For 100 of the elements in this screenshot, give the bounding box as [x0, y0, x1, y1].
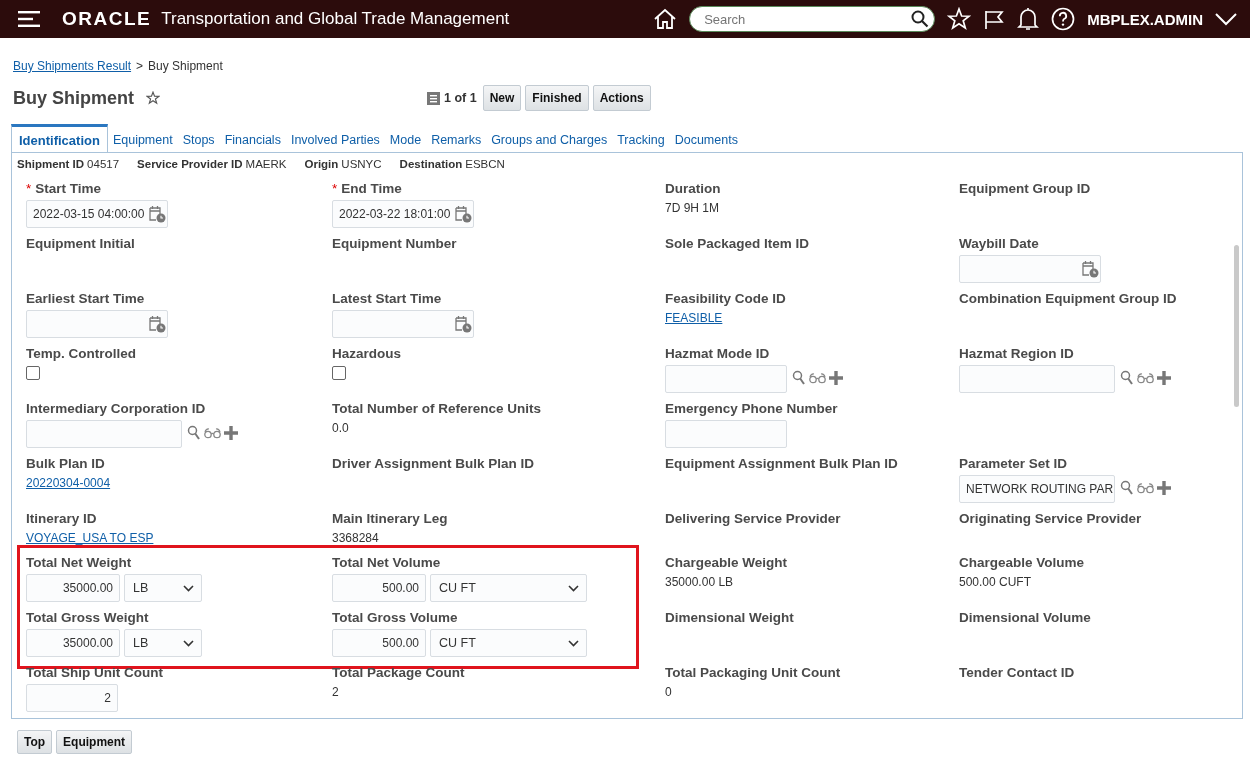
unit-dropdown[interactable]: CU FT: [430, 574, 587, 602]
favorite-star-icon[interactable]: [146, 91, 160, 105]
record-counter: 1 of 1: [444, 91, 477, 105]
glasses-icon[interactable]: [204, 427, 221, 439]
date-field[interactable]: [26, 310, 168, 338]
unit-dropdown[interactable]: CU FT: [430, 629, 587, 657]
calendar-clock-icon[interactable]: [1081, 260, 1099, 278]
plus-icon[interactable]: [1157, 371, 1171, 385]
lookup-field[interactable]: NETWORK ROUTING PAR: [959, 475, 1115, 503]
calendar-clock-icon[interactable]: [148, 315, 166, 333]
tab[interactable]: Tracking: [612, 127, 670, 152]
logo: ORACLE: [62, 8, 152, 30]
field-label: Intermediary Corporation ID: [26, 401, 206, 416]
calendar-clock-icon[interactable]: [454, 205, 472, 223]
lookup-field[interactable]: [959, 365, 1115, 393]
user-menu[interactable]: MBPLEX.ADMIN: [1087, 10, 1203, 28]
chevron-down-icon: [568, 584, 579, 592]
field-value: 2: [332, 684, 340, 701]
calendar-clock-icon[interactable]: [454, 315, 472, 333]
field-label: Equipment Group ID: [959, 181, 1091, 196]
field-link[interactable]: 20220304-0004: [26, 476, 111, 490]
home-icon[interactable]: [653, 7, 678, 31]
tab[interactable]: Documents: [669, 127, 743, 152]
chevron-down-icon: [183, 584, 194, 592]
date-field[interactable]: [332, 310, 474, 338]
tab[interactable]: Stops: [177, 127, 220, 152]
tab[interactable]: Remarks: [426, 127, 487, 152]
field-label: Tender Contact ID: [959, 665, 1075, 680]
field-label: Chargeable Weight: [665, 555, 788, 570]
checkbox[interactable]: [332, 366, 346, 380]
quantity-field[interactable]: 500.00: [332, 629, 426, 657]
required-mark: *: [26, 181, 32, 196]
unit-dropdown[interactable]: LB: [124, 629, 202, 657]
field-label: Originating Service Provider: [959, 511, 1142, 526]
field-label: Driver Assignment Bulk Plan ID: [332, 456, 535, 471]
unit-dropdown[interactable]: LB: [124, 574, 202, 602]
field-label: Total Packaging Unit Count: [665, 665, 841, 680]
field-label: Duration: [665, 181, 721, 196]
field-label: Itinerary ID: [26, 511, 97, 526]
plus-icon[interactable]: [829, 371, 843, 385]
glasses-icon[interactable]: [809, 372, 826, 384]
quantity-field[interactable]: 35000.00: [26, 574, 120, 602]
breadcrumb-separator: >: [136, 59, 144, 75]
field-label: Total Package Count: [332, 665, 465, 680]
summary-label: Origin: [304, 158, 339, 170]
tab[interactable]: Groups and Charges: [486, 127, 613, 152]
toolbar-button[interactable]: Actions: [592, 85, 651, 111]
required-mark: *: [332, 181, 338, 196]
search-field[interactable]: Search: [689, 6, 936, 32]
field-label: Earliest Start Time: [26, 291, 145, 306]
field-label: Total Ship Unit Count: [26, 665, 163, 680]
field-label: Delivering Service Provider: [665, 511, 841, 526]
flag-icon[interactable]: [983, 8, 1006, 30]
glasses-icon[interactable]: [1137, 372, 1154, 384]
help-icon[interactable]: [1051, 7, 1076, 31]
field-label: Equipment Assignment Bulk Plan ID: [665, 456, 898, 471]
star-icon[interactable]: [947, 7, 972, 31]
toolbar-button[interactable]: New: [482, 85, 522, 111]
input-field[interactable]: [665, 420, 787, 448]
plus-icon[interactable]: [1157, 481, 1171, 495]
date-field[interactable]: [959, 255, 1101, 283]
chevron-down-icon[interactable]: [1215, 12, 1237, 26]
lookup-field[interactable]: [665, 365, 787, 393]
tab[interactable]: Financials: [219, 127, 286, 152]
field-label: Main Itinerary Leg: [332, 511, 448, 526]
menu-icon[interactable]: [18, 11, 42, 27]
field-label: Dimensional Volume: [959, 610, 1091, 625]
glasses-icon[interactable]: [1137, 482, 1154, 494]
footer-button[interactable]: Equipment: [56, 730, 133, 754]
input-field[interactable]: 2: [26, 684, 118, 712]
tab[interactable]: Equipment: [107, 127, 178, 152]
tab[interactable]: Involved Parties: [285, 127, 385, 152]
summary-value: 04517: [87, 158, 120, 170]
toolbar-button[interactable]: Finished: [525, 85, 589, 111]
field-label: Combination Equipment Group ID: [959, 291, 1177, 306]
breadcrumb-link[interactable]: Buy Shipments Result: [13, 59, 132, 76]
field-label: Hazmat Mode ID: [665, 346, 770, 361]
calendar-clock-icon[interactable]: [148, 205, 166, 223]
date-field[interactable]: 2022-03-15 04:00:00: [26, 200, 168, 228]
field-link[interactable]: FEASIBLE: [665, 311, 723, 325]
tab[interactable]: Mode: [384, 127, 427, 152]
field-link[interactable]: VOYAGE_USA TO ESP: [26, 531, 154, 545]
search-icon[interactable]: [911, 10, 930, 28]
list-icon: [427, 91, 440, 105]
field-label: Total Gross Weight: [26, 610, 149, 625]
quantity-field[interactable]: 35000.00: [26, 629, 120, 657]
page-title: Buy Shipment: [13, 87, 134, 109]
bell-icon[interactable]: [1017, 7, 1040, 31]
footer-button[interactable]: Top: [17, 730, 53, 754]
field-label: Total Gross Volume: [332, 610, 458, 625]
lookup-field[interactable]: [26, 420, 182, 448]
field-label: Feasibility Code ID: [665, 291, 786, 306]
scrollbar[interactable]: [1234, 245, 1239, 407]
checkbox[interactable]: [26, 366, 40, 380]
plus-icon[interactable]: [224, 426, 238, 440]
tab[interactable]: Identification: [11, 124, 108, 153]
summary-label: Service Provider ID: [137, 158, 243, 170]
date-field[interactable]: 2022-03-22 18:01:00: [332, 200, 474, 228]
quantity-field[interactable]: 500.00: [332, 574, 426, 602]
field-label: Dimensional Weight: [665, 610, 794, 625]
